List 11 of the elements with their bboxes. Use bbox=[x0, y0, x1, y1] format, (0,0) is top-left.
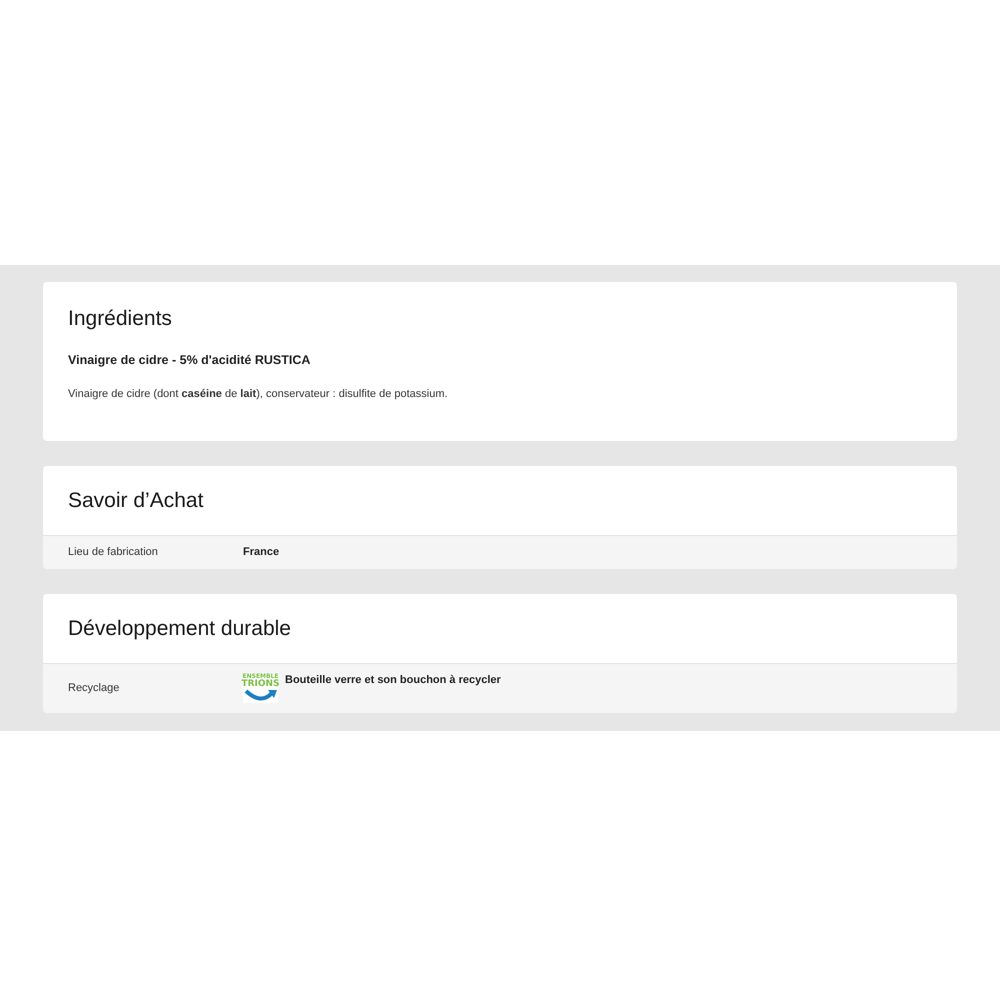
card-title: Savoir d’Achat bbox=[68, 488, 204, 514]
logo-text: TRIONS bbox=[241, 680, 280, 689]
product-name: Vinaigre de cidre - 5% d'acidité RUSTICA bbox=[68, 352, 312, 369]
row-label: Lieu de fabrication bbox=[68, 545, 159, 560]
row-value: France bbox=[243, 545, 280, 560]
row-value: Bouteille verre et son bouchon à recycler bbox=[285, 673, 501, 688]
card-title: Ingrédients bbox=[68, 306, 173, 332]
row-label: Recyclage bbox=[68, 681, 120, 696]
ingredients-text: Vinaigre de cidre (dont caséine de lait), conservateur : disulfite de potassium. bbox=[68, 387, 449, 402]
curved-arrow-icon bbox=[244, 689, 278, 703]
card-title: Développement durable bbox=[68, 616, 291, 642]
